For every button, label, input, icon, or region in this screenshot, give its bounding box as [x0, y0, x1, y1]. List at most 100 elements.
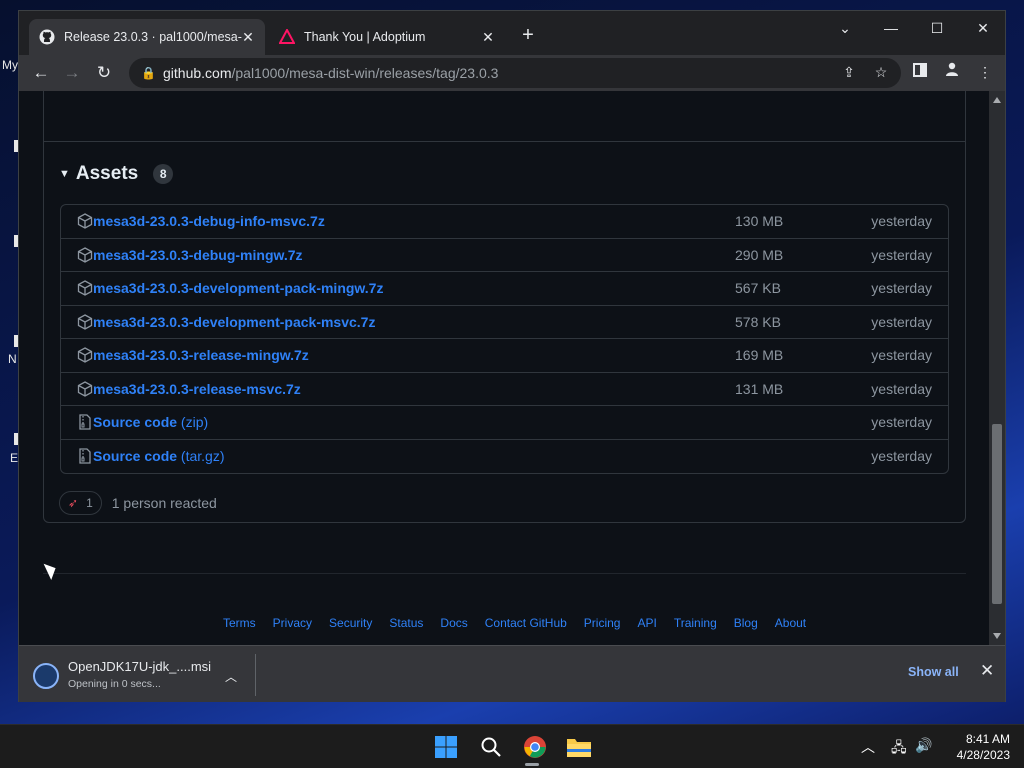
- tab-release[interactable]: Release 23.0.3 · pal1000/mesa-dist-win ✕: [29, 19, 265, 55]
- footer-link-privacy[interactable]: Privacy: [273, 616, 312, 630]
- asset-link[interactable]: mesa3d-23.0.3-debug-info-msvc.7z: [93, 213, 325, 229]
- desktop-icon-label[interactable]: N: [8, 352, 17, 366]
- asset-row: mesa3d-23.0.3-debug-mingw.7z 290 MB yest…: [61, 239, 948, 272]
- assets-count-badge: 8: [153, 164, 174, 184]
- share-icon[interactable]: ⇪: [837, 60, 861, 84]
- footer-link-training[interactable]: Training: [674, 616, 717, 630]
- close-tab-icon[interactable]: ✕: [479, 28, 497, 46]
- menu-icon[interactable]: ⋮: [973, 60, 997, 84]
- source-code-zip-link[interactable]: Source code (zip): [93, 414, 208, 430]
- assets-header[interactable]: ▼ Assets 8: [59, 163, 174, 185]
- page-content: ▼ Assets 8 mesa3d-23.0.3-debug-info-msvc…: [19, 91, 989, 645]
- tab-search-icon[interactable]: ⌄: [823, 15, 867, 41]
- forward-button[interactable]: →: [59, 60, 85, 86]
- windows-start-icon[interactable]: [431, 732, 461, 762]
- chrome-icon[interactable]: [520, 732, 550, 762]
- reaction-button[interactable]: ➶ 1: [59, 491, 102, 515]
- asset-row: mesa3d-23.0.3-debug-info-msvc.7z 130 MB …: [61, 205, 948, 239]
- rocket-icon: ➶: [68, 496, 79, 510]
- asset-date: yesterday: [871, 246, 932, 263]
- close-downloads-icon[interactable]: ✕: [980, 661, 994, 681]
- footer-link-about[interactable]: About: [775, 616, 806, 630]
- scrollbar-thumb[interactable]: [992, 424, 1002, 604]
- package-icon: [77, 313, 93, 330]
- footer-link-docs[interactable]: Docs: [440, 616, 467, 630]
- asset-link[interactable]: mesa3d-23.0.3-development-pack-mingw.7z: [93, 280, 383, 296]
- reactions: ➶ 1 1 person reacted: [59, 491, 217, 515]
- network-icon[interactable]: 🖧: [891, 737, 907, 761]
- volume-icon[interactable]: 🔊: [915, 737, 932, 754]
- divider: [255, 654, 256, 696]
- close-window-button[interactable]: ✕: [961, 15, 1005, 41]
- tab-adoptium[interactable]: Thank You | Adoptium ✕: [269, 19, 505, 55]
- footer-link-blog[interactable]: Blog: [734, 616, 758, 630]
- download-file-name: OpenJDK17U-jdk_....msi: [68, 659, 212, 674]
- search-icon[interactable]: [476, 732, 506, 762]
- asset-size: 567 KB: [735, 280, 781, 297]
- asset-link[interactable]: mesa3d-23.0.3-development-pack-msvc.7z: [93, 314, 375, 330]
- package-icon: [77, 213, 93, 229]
- asset-link[interactable]: mesa3d-23.0.3-release-mingw.7z: [93, 347, 309, 363]
- file-zip-icon: [79, 414, 91, 430]
- profile-icon[interactable]: [940, 60, 964, 84]
- close-tab-icon[interactable]: ✕: [239, 28, 257, 46]
- maximize-button[interactable]: ☐: [915, 15, 959, 41]
- scroll-down-icon[interactable]: [993, 633, 1001, 639]
- tab-title: Release 23.0.3 · pal1000/mesa-dist-win: [64, 30, 242, 44]
- footer-link-contact[interactable]: Contact GitHub: [485, 616, 567, 630]
- taskbar: ︿ 🖧 🔊 8:41 AM 4/28/2023: [0, 724, 1024, 768]
- asset-size: 578 KB: [735, 313, 781, 330]
- assets-list: mesa3d-23.0.3-debug-info-msvc.7z 130 MB …: [60, 204, 949, 474]
- asset-row: mesa3d-23.0.3-development-pack-mingw.7z …: [61, 272, 948, 306]
- page-scrollbar[interactable]: [989, 91, 1005, 645]
- desktop-icon-label[interactable]: E: [10, 451, 18, 465]
- divider: [43, 141, 966, 142]
- show-all-button[interactable]: Show all: [908, 665, 959, 679]
- footer-link-api[interactable]: API: [637, 616, 656, 630]
- asset-date: yesterday: [871, 313, 932, 330]
- desktop-icon-label[interactable]: My: [2, 58, 18, 72]
- source-code-targz-link[interactable]: Source code (tar.gz): [93, 448, 225, 464]
- footer-link-terms[interactable]: Terms: [223, 616, 256, 630]
- assets-title[interactable]: Assets: [76, 163, 138, 185]
- asset-date: yesterday: [871, 347, 932, 364]
- minimize-button[interactable]: —: [869, 15, 913, 41]
- tray-chevron-up-icon[interactable]: ︿: [861, 737, 875, 757]
- asset-row: mesa3d-23.0.3-release-msvc.7z 131 MB yes…: [61, 373, 948, 406]
- clock[interactable]: 8:41 AM 4/28/2023: [940, 731, 1010, 763]
- url-path: /pal1000/mesa-dist-win/releases/tag/23.0…: [231, 65, 499, 81]
- clock-time: 8:41 AM: [965, 732, 1010, 746]
- lock-icon[interactable]: 🔒: [141, 66, 156, 80]
- asset-row: mesa3d-23.0.3-development-pack-msvc.7z 5…: [61, 306, 948, 339]
- back-button[interactable]: ←: [28, 60, 54, 86]
- footer-link-pricing[interactable]: Pricing: [584, 616, 621, 630]
- side-panel-icon[interactable]: [908, 60, 932, 84]
- chrome-window: Release 23.0.3 · pal1000/mesa-dist-win ✕…: [18, 10, 1006, 702]
- download-item[interactable]: OpenJDK17U-jdk_....msi Opening in 0 secs…: [31, 656, 253, 694]
- asset-link[interactable]: mesa3d-23.0.3-release-msvc.7z: [93, 381, 301, 397]
- bookmark-star-icon[interactable]: ☆: [869, 60, 893, 84]
- address-bar[interactable]: 🔒 github.com/pal1000/mesa-dist-win/relea…: [129, 58, 901, 88]
- tab-strip: Release 23.0.3 · pal1000/mesa-dist-win ✕…: [19, 11, 1005, 55]
- asset-link[interactable]: mesa3d-23.0.3-debug-mingw.7z: [93, 247, 303, 263]
- footer-link-status[interactable]: Status: [389, 616, 423, 630]
- new-tab-button[interactable]: +: [517, 25, 539, 47]
- scroll-up-icon[interactable]: [993, 97, 1001, 103]
- reload-button[interactable]: ↻: [91, 60, 117, 86]
- asset-row: mesa3d-23.0.3-release-mingw.7z 169 MB ye…: [61, 339, 948, 373]
- footer-link-security[interactable]: Security: [329, 616, 372, 630]
- asset-date: yesterday: [871, 448, 932, 465]
- asset-row: Source code (tar.gz) yesterday: [61, 440, 948, 474]
- asset-row: Source code (zip) yesterday: [61, 406, 948, 440]
- asset-date: yesterday: [871, 213, 932, 230]
- reaction-summary: 1 person reacted: [111, 495, 217, 511]
- active-app-indicator: [525, 763, 539, 766]
- file-explorer-icon[interactable]: [564, 732, 594, 762]
- chevron-up-icon[interactable]: ︿: [225, 668, 237, 685]
- asset-date: yesterday: [871, 414, 932, 431]
- package-icon: [77, 380, 93, 397]
- browser-toolbar: ← → ↻ 🔒 github.com/pal1000/mesa-dist-win…: [19, 55, 1005, 91]
- footer-links: Terms Privacy Security Status Docs Conta…: [223, 616, 823, 630]
- caret-down-icon[interactable]: ▼: [59, 168, 70, 180]
- asset-size: 290 MB: [735, 246, 784, 263]
